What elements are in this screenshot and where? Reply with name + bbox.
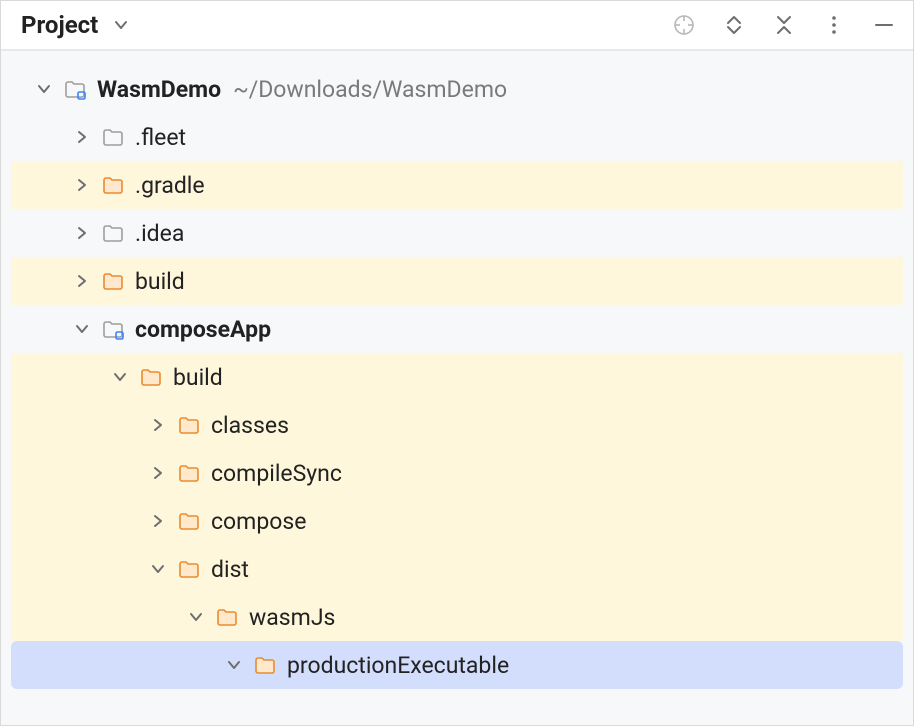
folder-orange-icon bbox=[177, 413, 201, 437]
tree-item-location: ~/Downloads/WasmDemo bbox=[233, 76, 507, 103]
chevron-down-icon[interactable] bbox=[107, 364, 133, 390]
chevron-down-icon[interactable] bbox=[69, 316, 95, 342]
tree-item-label: compileSync bbox=[211, 460, 342, 487]
tree-item-dist[interactable]: dist bbox=[11, 545, 903, 593]
tree-item-label: WasmDemo bbox=[97, 76, 221, 103]
header-actions bbox=[671, 12, 897, 38]
tree-item-root[interactable]: WasmDemo ~/Downloads/WasmDemo bbox=[11, 65, 903, 113]
chevron-right-icon[interactable] bbox=[145, 412, 171, 438]
tree-item-idea[interactable]: .idea bbox=[11, 209, 903, 257]
tree-item-build1[interactable]: build bbox=[11, 257, 903, 305]
chevron-down-icon[interactable] bbox=[31, 76, 57, 102]
folder-orange-icon bbox=[177, 509, 201, 533]
tree-item-label: dist bbox=[211, 556, 249, 583]
indent-spacer bbox=[19, 665, 219, 666]
tree-item-compose[interactable]: compose bbox=[11, 497, 903, 545]
tree-item-label: wasmJs bbox=[249, 604, 335, 631]
folder-gray-icon bbox=[101, 125, 125, 149]
tree-item-build2[interactable]: build bbox=[11, 353, 903, 401]
chevron-down-icon[interactable] bbox=[145, 556, 171, 582]
tree-item-label: build bbox=[135, 268, 185, 295]
indent-spacer bbox=[19, 233, 67, 234]
expand-all-icon[interactable] bbox=[721, 12, 747, 38]
more-options-icon[interactable] bbox=[821, 12, 847, 38]
indent-spacer bbox=[19, 329, 67, 330]
collapse-all-icon[interactable] bbox=[771, 12, 797, 38]
project-panel-header: Project bbox=[1, 1, 913, 51]
tree-item-label: build bbox=[173, 364, 223, 391]
indent-spacer bbox=[19, 569, 143, 570]
folder-orange-icon bbox=[101, 173, 125, 197]
module-folder-icon bbox=[101, 317, 125, 341]
chevron-right-icon[interactable] bbox=[145, 460, 171, 486]
indent-spacer bbox=[19, 521, 143, 522]
tree-item-label: .fleet bbox=[135, 124, 186, 151]
tree-item-wasmJs[interactable]: wasmJs bbox=[11, 593, 903, 641]
indent-spacer bbox=[19, 377, 105, 378]
chevron-right-icon[interactable] bbox=[69, 124, 95, 150]
indent-spacer bbox=[19, 281, 67, 282]
project-tree[interactable]: WasmDemo ~/Downloads/WasmDemo .fleet .gra… bbox=[1, 51, 913, 725]
tree-item-classes[interactable]: classes bbox=[11, 401, 903, 449]
tree-item-fleet[interactable]: .fleet bbox=[11, 113, 903, 161]
tree-item-compileSync[interactable]: compileSync bbox=[11, 449, 903, 497]
tree-item-label: .gradle bbox=[135, 172, 205, 199]
project-title: Project bbox=[21, 11, 98, 39]
select-opened-file-icon[interactable] bbox=[671, 12, 697, 38]
tree-item-label: compose bbox=[211, 508, 306, 535]
folder-gray-icon bbox=[101, 221, 125, 245]
tree-item-label: composeApp bbox=[135, 316, 271, 343]
folder-orange-icon bbox=[177, 557, 201, 581]
folder-orange-icon bbox=[139, 365, 163, 389]
chevron-right-icon[interactable] bbox=[69, 172, 95, 198]
folder-orange-icon bbox=[101, 269, 125, 293]
chevron-down-icon[interactable] bbox=[221, 652, 247, 678]
indent-spacer bbox=[19, 617, 181, 618]
folder-orange-icon bbox=[177, 461, 201, 485]
chevron-right-icon[interactable] bbox=[145, 508, 171, 534]
tree-item-label: productionExecutable bbox=[287, 652, 509, 679]
folder-orange-icon bbox=[253, 653, 277, 677]
indent-spacer bbox=[19, 425, 143, 426]
chevron-down-icon[interactable] bbox=[183, 604, 209, 630]
hide-panel-icon[interactable] bbox=[871, 12, 897, 38]
tree-item-productionExecutable[interactable]: productionExecutable bbox=[11, 641, 903, 689]
tree-item-gradle[interactable]: .gradle bbox=[11, 161, 903, 209]
indent-spacer bbox=[19, 89, 29, 90]
chevron-right-icon[interactable] bbox=[69, 268, 95, 294]
folder-orange-icon bbox=[215, 605, 239, 629]
indent-spacer bbox=[19, 185, 67, 186]
indent-spacer bbox=[19, 137, 67, 138]
tree-item-composeApp[interactable]: composeApp bbox=[11, 305, 903, 353]
module-folder-icon bbox=[63, 77, 87, 101]
chevron-right-icon[interactable] bbox=[69, 220, 95, 246]
dropdown-chevron-icon[interactable] bbox=[108, 12, 134, 38]
header-left: Project bbox=[21, 11, 134, 39]
tree-item-label: .idea bbox=[135, 220, 184, 247]
indent-spacer bbox=[19, 473, 143, 474]
tree-item-label: classes bbox=[211, 412, 289, 439]
